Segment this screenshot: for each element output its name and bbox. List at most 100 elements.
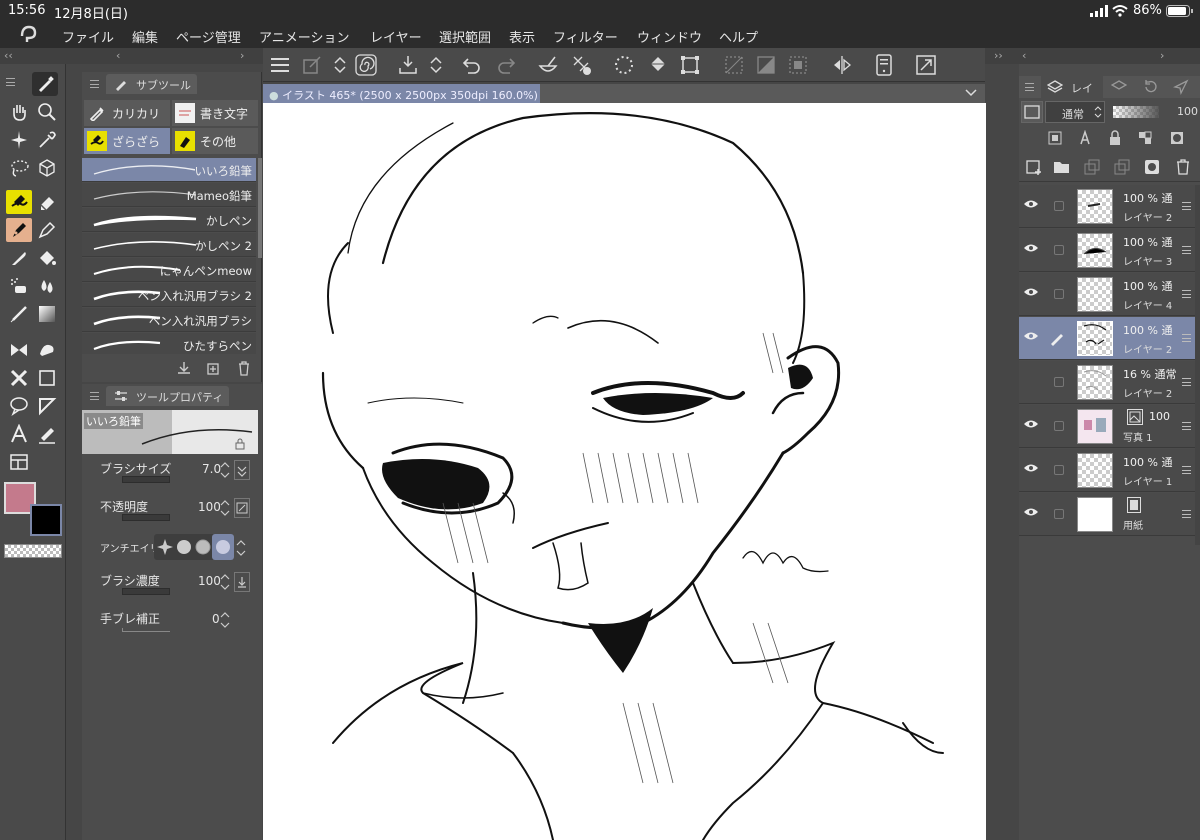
layer-row-selected[interactable]: 100 % 通 レイヤー 2 (1019, 317, 1195, 360)
merge-layer-icon[interactable] (1113, 158, 1131, 176)
layer-check[interactable] (1054, 245, 1064, 255)
antialias-none-icon[interactable] (156, 538, 174, 556)
reference-layer-icon[interactable] (1077, 130, 1093, 146)
layer-tab[interactable]: レイ (1041, 76, 1103, 98)
menu-help[interactable]: ヘルプ (719, 27, 758, 46)
layer-check[interactable] (1054, 421, 1064, 431)
document-tab[interactable]: ● イラスト 465* (2500 x 2500px 350dpi 160.0%… (263, 84, 540, 103)
frame-border-icon[interactable] (34, 394, 60, 418)
layer-color-icon[interactable] (1021, 101, 1043, 123)
menu-edit[interactable]: 編集 (132, 27, 158, 46)
menu-filter[interactable]: フィルター (553, 27, 618, 46)
subtool-grip-icon[interactable] (90, 80, 99, 88)
tool-palette-grip-icon[interactable] (6, 78, 15, 86)
layer-check[interactable] (1054, 201, 1064, 211)
text-icon[interactable] (6, 422, 32, 446)
stabilization-stepper-icon[interactable] (220, 610, 230, 630)
subtool-group-karikari[interactable]: カリカリ (84, 100, 170, 126)
layer-opacity-slider[interactable] (1113, 106, 1159, 118)
visibility-eye-icon[interactable] (1023, 198, 1039, 210)
deselect-icon[interactable] (721, 52, 747, 78)
fill-icon[interactable] (645, 52, 671, 78)
layer-check[interactable] (1054, 377, 1064, 387)
updown-icon[interactable] (327, 52, 353, 78)
blend-mode-select[interactable]: 通常 (1045, 101, 1105, 123)
undo-icon[interactable] (459, 52, 485, 78)
brush-item[interactable]: ペン入れ汎用ブラシ (82, 308, 256, 332)
visibility-eye-icon[interactable] (1023, 330, 1039, 342)
antialias-medium-icon[interactable] (195, 539, 211, 555)
subtool-group-other[interactable]: その他 (172, 128, 258, 154)
brush-list-scrollbar[interactable] (258, 158, 262, 258)
antialias-weak-icon[interactable] (176, 539, 192, 555)
density-stepper-icon[interactable] (220, 572, 230, 592)
3d-object-icon[interactable] (34, 156, 60, 180)
layer-row[interactable]: 100 % 通 レイヤー 3 (1019, 229, 1195, 272)
menu-window[interactable]: ウィンドウ (637, 27, 702, 46)
layout-icon[interactable] (6, 450, 32, 474)
layer-row[interactable]: 100 写真 1 (1019, 405, 1195, 448)
brush-size-stepper-icon[interactable] (220, 460, 230, 480)
brush-pen-icon[interactable] (6, 246, 32, 270)
layer-row[interactable]: 用紙 (1019, 493, 1195, 536)
menu-file[interactable]: ファイル (62, 27, 114, 46)
layer-check[interactable] (1054, 465, 1064, 475)
transfer-layer-icon[interactable] (1083, 158, 1101, 176)
collapse-right-icon[interactable]: ›› (994, 49, 1003, 62)
mask-icon[interactable] (1169, 130, 1185, 146)
menu-animation[interactable]: アニメーション (259, 27, 349, 46)
navigator-tab-icon[interactable] (1173, 79, 1189, 95)
layer-property-tab-icon[interactable] (1111, 79, 1127, 95)
brush-item[interactable]: Mameo鉛筆 (82, 183, 256, 207)
brush-item[interactable]: かしペン (82, 208, 256, 232)
download-subtool-icon[interactable] (176, 360, 192, 376)
pencil-tool-icon[interactable] (6, 190, 32, 214)
menu-page[interactable]: ページ管理 (176, 27, 241, 46)
transparent-color-swatch[interactable] (4, 544, 62, 558)
rectangle-icon[interactable] (34, 366, 60, 390)
lock-icon[interactable] (234, 438, 246, 450)
sub-color-swatch[interactable] (30, 504, 62, 536)
layer-row[interactable]: 100 % 通 レイヤー 1 (1019, 449, 1195, 492)
opacity-pressure-icon[interactable] (234, 498, 250, 518)
pen-nib-icon[interactable] (34, 218, 60, 242)
toolprop-grip-icon[interactable] (90, 392, 99, 400)
clip-layer-icon[interactable] (1047, 130, 1063, 146)
balloon-icon[interactable] (6, 394, 32, 418)
duplicate-subtool-icon[interactable] (206, 360, 222, 376)
layer-check[interactable] (1054, 289, 1064, 299)
history-tab-icon[interactable] (1143, 79, 1159, 95)
operation-icon[interactable] (6, 128, 32, 152)
selection-border-icon[interactable] (785, 52, 811, 78)
decoration-pen-icon[interactable] (6, 302, 32, 326)
blend-drops-icon[interactable] (34, 274, 60, 298)
layer-check[interactable] (1054, 509, 1064, 519)
redo-icon[interactable] (493, 52, 519, 78)
toolprop-tab[interactable]: ツールプロパティ (106, 386, 230, 406)
pen-pressure-icon[interactable] (234, 460, 250, 480)
layer-list-scrollbar[interactable] (1195, 185, 1200, 545)
brush-item[interactable]: いいろ鉛筆 (82, 158, 256, 182)
device-icon[interactable] (871, 52, 897, 78)
fullscreen-icon[interactable] (913, 52, 939, 78)
layer-row[interactable]: 100 % 通 レイヤー 2 (1019, 185, 1195, 228)
lock-transparency-icon[interactable] (1137, 130, 1153, 146)
brush-item[interactable]: にゃんペンmeow (82, 258, 256, 282)
create-mask-icon[interactable] (1143, 158, 1161, 176)
antialias-selector[interactable] (154, 534, 234, 560)
new-folder-icon[interactable] (1053, 158, 1071, 176)
crop-icon[interactable] (677, 52, 703, 78)
canvas-area[interactable] (263, 103, 986, 840)
paint-bucket-icon[interactable] (34, 246, 60, 270)
density-slider[interactable] (122, 588, 170, 595)
import-icon[interactable] (395, 52, 421, 78)
antialias-strong-icon[interactable] (212, 534, 234, 560)
visibility-eye-icon[interactable] (1023, 462, 1039, 474)
flip-horizontal-icon[interactable] (829, 52, 855, 78)
menu-view[interactable]: 表示 (509, 27, 535, 46)
lock-layer-icon[interactable] (1107, 130, 1123, 146)
menu-layer[interactable]: レイヤー (370, 27, 422, 46)
visibility-eye-icon[interactable] (1023, 418, 1039, 430)
visibility-eye-icon[interactable] (1023, 286, 1039, 298)
pen-tool-icon[interactable] (6, 218, 32, 242)
